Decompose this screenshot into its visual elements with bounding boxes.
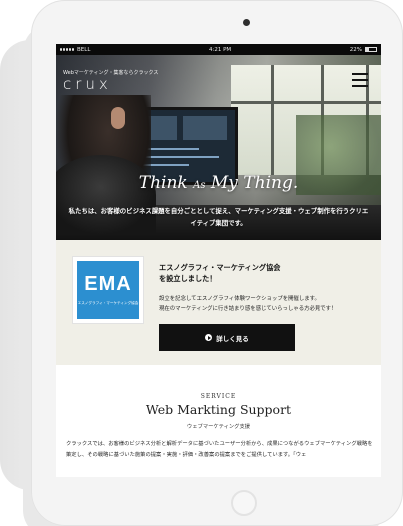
battery-icon (364, 47, 377, 52)
ema-logo[interactable]: EMA エスノグラフィ・マーケティング協会 (72, 256, 144, 324)
announcement-title: エスノグラフィ・マーケティング協会 を設立しました！ (159, 262, 359, 284)
service-eyebrow: SERVICE (200, 393, 237, 400)
site-logo[interactable]: crux (63, 75, 112, 93)
tagline-my-thing: My Thing. (210, 173, 299, 193)
service-title: Web Markting Support (145, 402, 292, 417)
arrow-right-icon (205, 334, 213, 341)
ema-logo-subtext: エスノグラフィ・マーケティング協会 (77, 301, 139, 305)
ema-logo-box: EMA エスノグラフィ・マーケティング協会 (77, 261, 139, 319)
service-section: SERVICE Web Markting Support ウェブマーケティング支… (56, 365, 381, 477)
announcement-title-line2: を設立しました！ (159, 274, 217, 283)
service-subtitle: ウェブマーケティング支援 (186, 424, 251, 430)
tablet-screen: BELL 4:21 PM 22% Webマーケティング・集客ならクラックス cr… (56, 44, 381, 477)
clock: 4:21 PM (208, 46, 232, 53)
tagline-think: Think (138, 173, 188, 193)
details-button[interactable]: 詳しく見る (159, 324, 295, 351)
announcement-section: EMA エスノグラフィ・マーケティング協会 エスノグラフィ・マーケティング協会 … (56, 240, 381, 365)
ema-logo-text: EMA (84, 273, 132, 295)
carrier-label: BELL (77, 46, 91, 53)
hero-description: 私たちは、お客様のビジネス課題を自分ごととして捉え、マーケティング支援・ウェブ制… (68, 207, 369, 227)
announcement-body: 設立を記念してエスノグラフィ体験ワークショップを開催します。 現在のマーケティン… (159, 294, 369, 314)
status-bar: BELL 4:21 PM 22% (56, 44, 381, 55)
hero-hand (111, 107, 125, 129)
signal-icon (60, 48, 74, 51)
hamburger-menu-icon[interactable] (352, 73, 368, 87)
announcement-title-line1: エスノグラフィ・マーケティング協会 (159, 263, 281, 272)
tagline-as: As (193, 180, 206, 191)
status-right: 22% (350, 47, 377, 53)
battery-percent: 22% (349, 46, 362, 53)
service-description: クラックスでは、お客様のビジネス分析と解析データに基づいたユーザー分析から、成果… (66, 441, 373, 458)
details-button-label: 詳しく見る (216, 334, 249, 343)
camera-icon (243, 19, 250, 26)
hero-section: Webマーケティング・集客ならクラックス crux Think As My Th… (56, 55, 381, 240)
announcement-body-line2: 現在のマーケティングに行き詰まり感を感じていらっしゃる方必見です！ (159, 306, 337, 312)
hero-tagline: Think As My Thing. (56, 173, 381, 193)
home-button[interactable] (231, 490, 257, 516)
status-left: BELL (60, 47, 90, 53)
announcement-body-line1: 設立を記念してエスノグラフィ体験ワークショップを開催します。 (159, 296, 320, 302)
